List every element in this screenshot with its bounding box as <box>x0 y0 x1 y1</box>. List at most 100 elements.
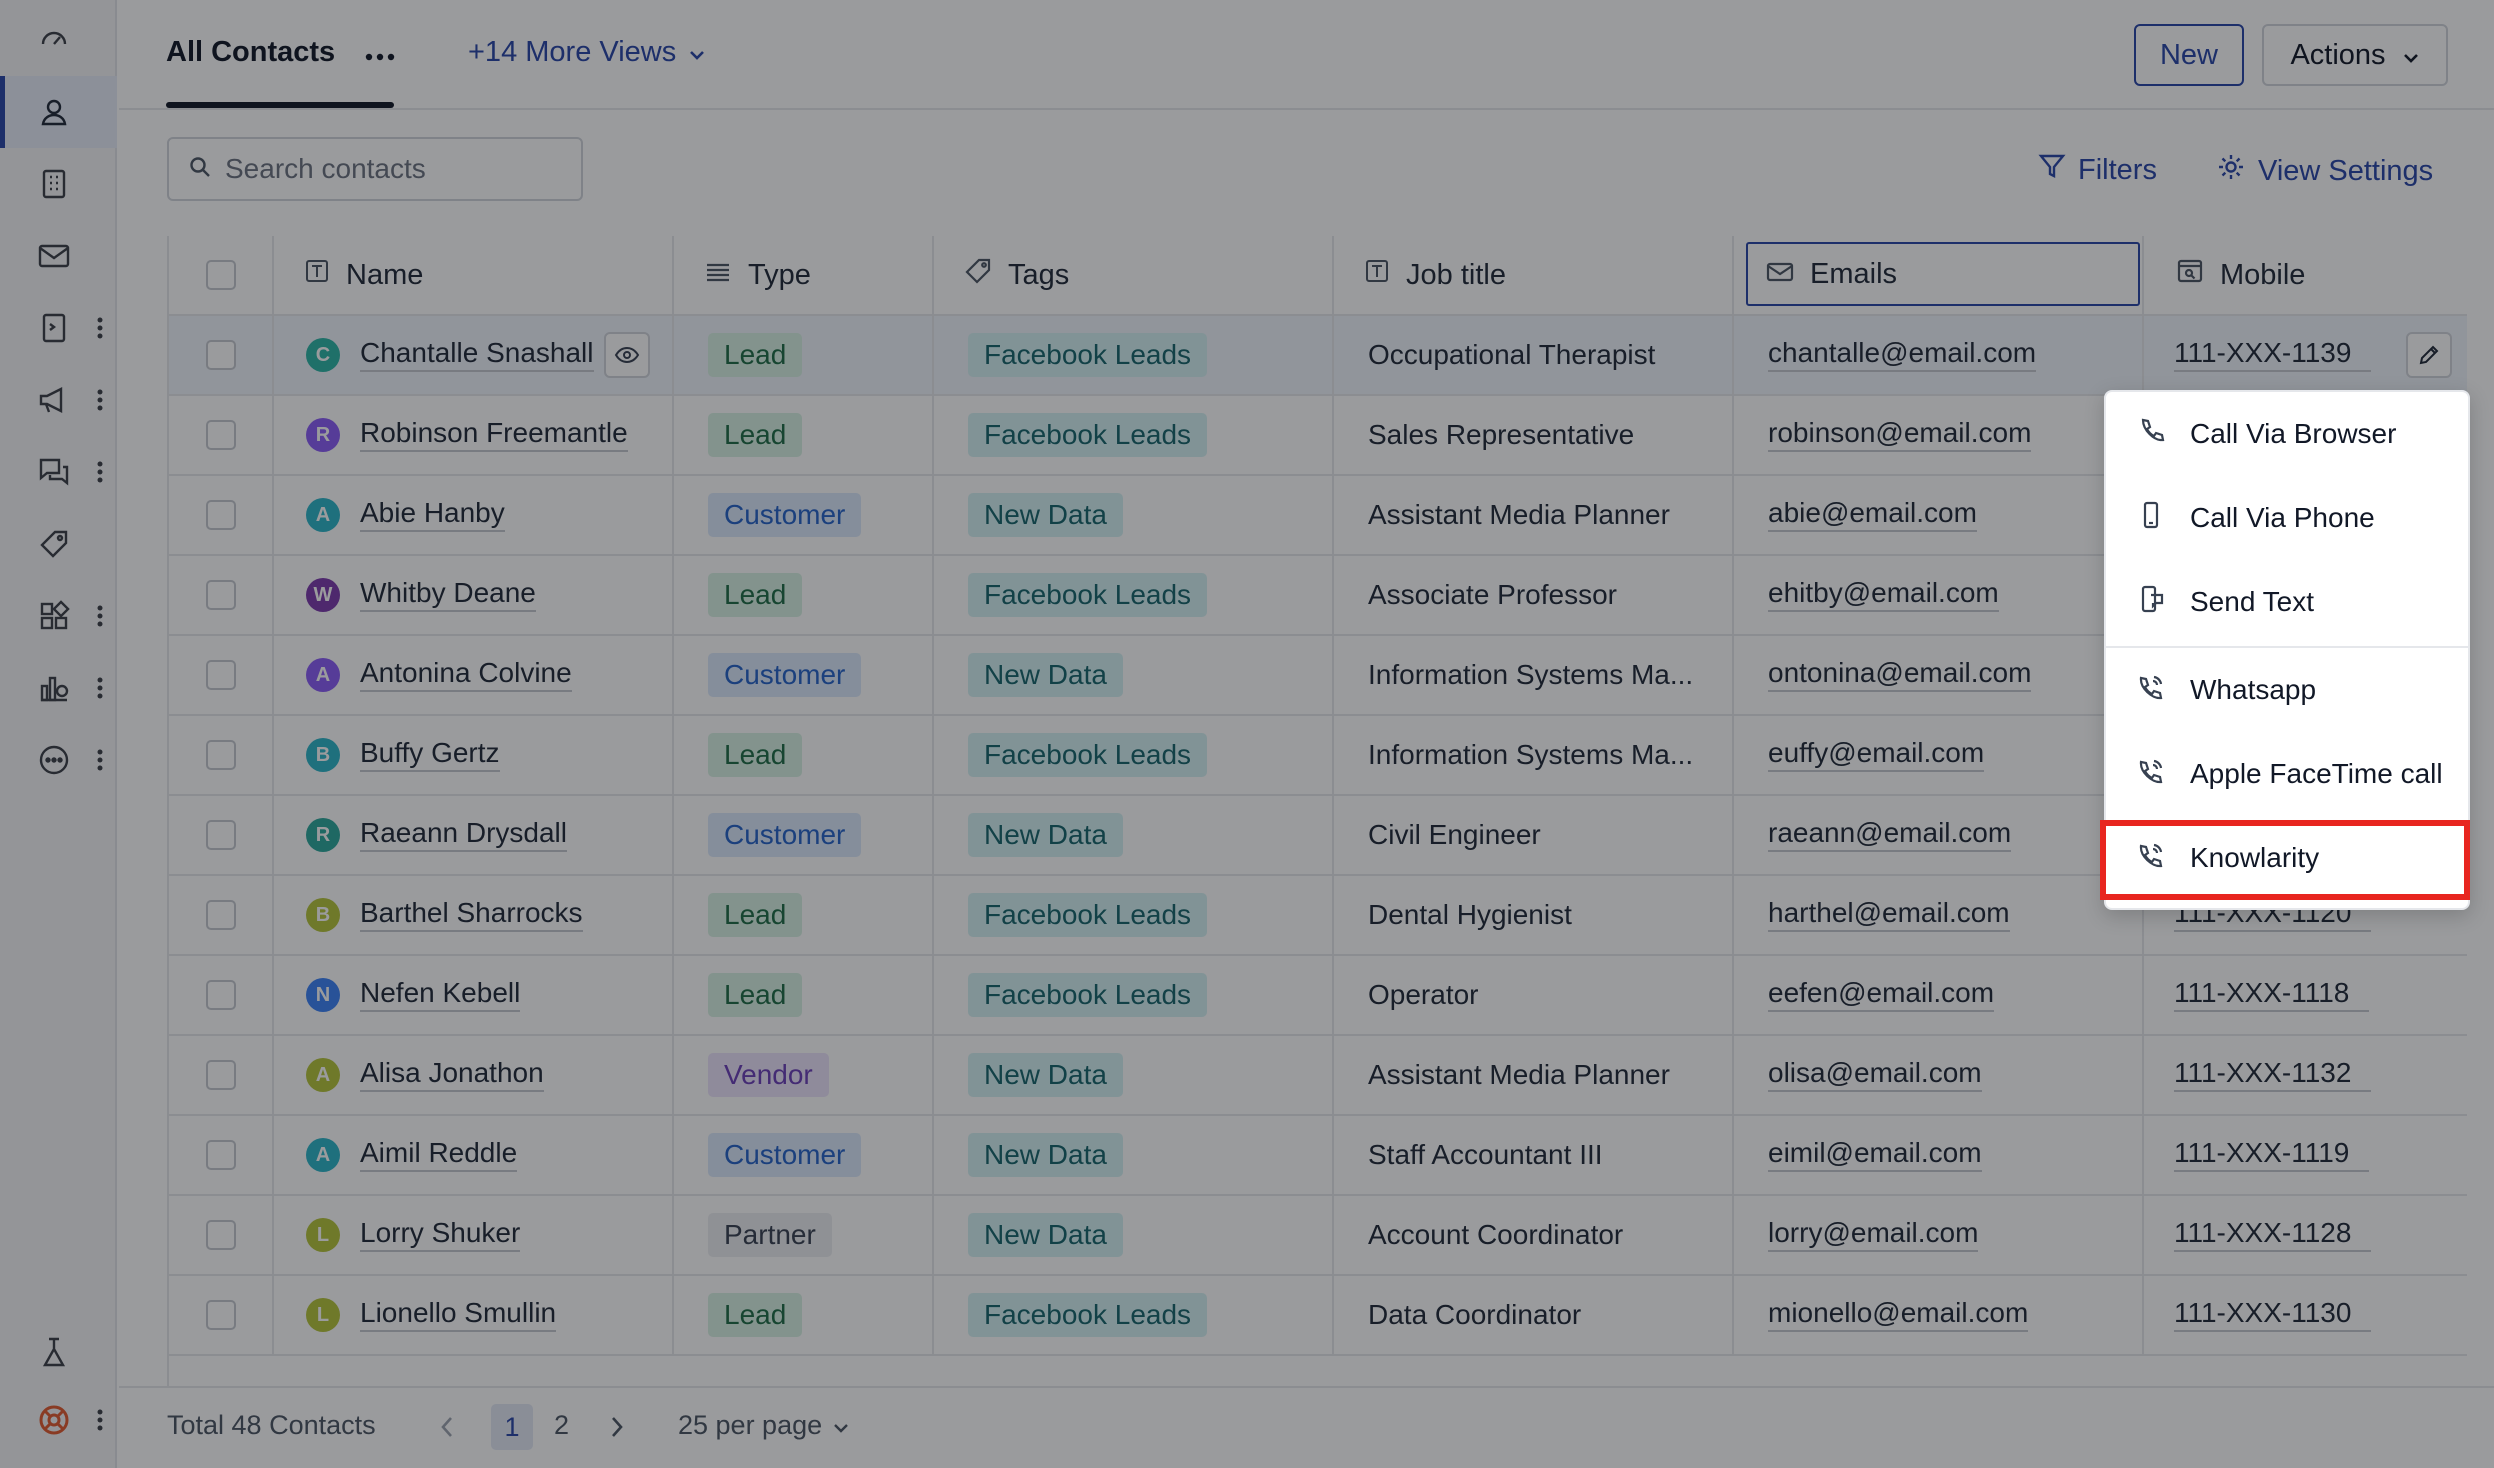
row-select-cell[interactable] <box>169 316 274 394</box>
sidebar-item-labs[interactable] <box>0 1316 117 1388</box>
type-cell[interactable]: Customer <box>674 796 934 874</box>
name-cell[interactable]: C Chantalle Snashall <box>274 316 674 394</box>
contact-name-link[interactable]: Barthel Sharrocks <box>360 897 583 933</box>
sidebar-item-email[interactable] <box>0 220 117 292</box>
search-box[interactable] <box>167 137 583 201</box>
type-cell[interactable]: Customer <box>674 1116 934 1194</box>
menu-item-call-via-phone[interactable]: Call Via Phone <box>2106 476 2468 560</box>
menu-item-apple-facetime[interactable]: Apple FaceTime call <box>2106 732 2468 816</box>
contact-name-link[interactable]: Whitby Deane <box>360 577 536 613</box>
job-title-cell[interactable]: Dental Hygienist <box>1334 876 1734 954</box>
email-cell[interactable]: chantalle@email.com <box>1734 316 2144 394</box>
row-checkbox[interactable] <box>205 820 236 850</box>
email-link[interactable]: chantalle@email.com <box>1768 337 2037 373</box>
email-cell[interactable]: eimil@email.com <box>1734 1116 2144 1194</box>
tags-cell[interactable]: Facebook Leads <box>934 876 1334 954</box>
row-checkbox[interactable] <box>205 660 236 690</box>
table-row[interactable]: A Aimil Reddle Customer New Data Staff Ac… <box>169 1116 2467 1196</box>
email-link[interactable]: olisa@email.com <box>1768 1057 1982 1093</box>
tags-cell[interactable]: New Data <box>934 1116 1334 1194</box>
contact-name-link[interactable]: Buffy Gertz <box>360 737 500 773</box>
mobile-link[interactable]: 111-XXX-1130 <box>2174 1297 2372 1333</box>
row-select-cell[interactable] <box>169 1196 274 1274</box>
job-title-cell[interactable]: Data Coordinator <box>1334 1276 1734 1354</box>
mobile-cell[interactable]: 111-XXX-1130 <box>2144 1276 2467 1354</box>
type-cell[interactable]: Customer <box>674 476 934 554</box>
mobile-link[interactable]: 111-XXX-1132 <box>2174 1057 2372 1093</box>
contact-name-link[interactable]: Nefen Kebell <box>360 977 521 1013</box>
sidebar-item-campaigns[interactable] <box>0 364 117 436</box>
column-header-name[interactable]: Name <box>274 236 674 314</box>
tags-cell[interactable]: New Data <box>934 796 1334 874</box>
job-title-cell[interactable]: Assistant Media Planner <box>1334 1036 1734 1114</box>
row-checkbox[interactable] <box>205 1140 236 1170</box>
emails-header-focus[interactable]: Emails <box>1746 242 2140 306</box>
row-checkbox[interactable] <box>205 340 236 370</box>
tags-cell[interactable]: Facebook Leads <box>934 556 1334 634</box>
table-row[interactable]: C Chantalle Snashall Lead Facebook Leads… <box>169 316 2467 396</box>
tags-cell[interactable]: New Data <box>934 1196 1334 1274</box>
contact-name-link[interactable]: Abie Hanby <box>360 497 505 533</box>
sidebar-item-apps[interactable] <box>0 580 117 652</box>
contact-name-link[interactable]: Lionello Smullin <box>360 1297 557 1333</box>
email-cell[interactable]: ehitby@email.com <box>1734 556 2144 634</box>
type-cell[interactable]: Lead <box>674 396 934 474</box>
sidebar-item-notes[interactable] <box>0 292 117 364</box>
type-cell[interactable]: Lead <box>674 1276 934 1354</box>
job-title-cell[interactable]: Account Coordinator <box>1334 1196 1734 1274</box>
contact-name-link[interactable]: Alisa Jonathon <box>360 1057 544 1093</box>
tags-cell[interactable]: Facebook Leads <box>934 396 1334 474</box>
more-vertical-icon[interactable] <box>92 308 108 348</box>
column-header-job-title[interactable]: Job title <box>1334 236 1734 314</box>
row-checkbox[interactable] <box>205 420 236 450</box>
row-select-cell[interactable] <box>169 476 274 554</box>
email-link[interactable]: harthel@email.com <box>1768 897 2010 933</box>
mobile-cell[interactable]: 111-XXX-1132 <box>2144 1036 2467 1114</box>
row-checkbox[interactable] <box>205 500 236 530</box>
view-tab-all-contacts[interactable]: All Contacts <box>166 36 395 69</box>
row-select-cell[interactable] <box>169 716 274 794</box>
sidebar-item-analytics[interactable] <box>0 652 117 724</box>
tags-cell[interactable]: New Data <box>934 636 1334 714</box>
per-page-select[interactable]: 25 per page <box>678 1410 850 1441</box>
sidebar-item-conversations[interactable] <box>0 436 117 508</box>
email-cell[interactable]: ontonina@email.com <box>1734 636 2144 714</box>
job-title-cell[interactable]: Information Systems Ma... <box>1334 716 1734 794</box>
type-cell[interactable]: Lead <box>674 956 934 1034</box>
email-cell[interactable]: abie@email.com <box>1734 476 2144 554</box>
type-cell[interactable]: Customer <box>674 636 934 714</box>
new-contact-button[interactable]: New <box>2134 24 2244 86</box>
name-cell[interactable]: W Whitby Deane <box>274 556 674 634</box>
table-row[interactable]: L Lionello Smullin Lead Facebook Leads Da… <box>169 1276 2467 1356</box>
menu-item-whatsapp[interactable]: Whatsapp <box>2106 648 2468 732</box>
actions-button[interactable]: Actions <box>2262 24 2448 86</box>
email-cell[interactable]: raeann@email.com <box>1734 796 2144 874</box>
name-cell[interactable]: B Buffy Gertz <box>274 716 674 794</box>
job-title-cell[interactable]: Civil Engineer <box>1334 796 1734 874</box>
job-title-cell[interactable]: Staff Accountant III <box>1334 1116 1734 1194</box>
name-cell[interactable]: A Abie Hanby <box>274 476 674 554</box>
row-select-cell[interactable] <box>169 636 274 714</box>
row-select-cell[interactable] <box>169 796 274 874</box>
chevron-left-icon[interactable] <box>439 1414 455 1447</box>
menu-item-knowlarity[interactable]: Knowlarity <box>2106 816 2468 900</box>
email-link[interactable]: lorry@email.com <box>1768 1217 1979 1253</box>
sidebar-item-dashboard[interactable] <box>0 2 117 74</box>
email-cell[interactable]: mionello@email.com <box>1734 1276 2144 1354</box>
type-cell[interactable]: Partner <box>674 1196 934 1274</box>
job-title-cell[interactable]: Operator <box>1334 956 1734 1034</box>
email-link[interactable]: mionello@email.com <box>1768 1297 2029 1333</box>
contact-name-link[interactable]: Raeann Drysdall <box>360 817 567 853</box>
tags-cell[interactable]: New Data <box>934 1036 1334 1114</box>
email-link[interactable]: raeann@email.com <box>1768 817 2012 853</box>
filters-button[interactable]: Filters <box>2038 152 2157 188</box>
search-input[interactable] <box>225 153 555 185</box>
row-select-cell[interactable] <box>169 396 274 474</box>
row-select-cell[interactable] <box>169 1276 274 1354</box>
email-link[interactable]: ehitby@email.com <box>1768 577 1999 613</box>
name-cell[interactable]: A Alisa Jonathon <box>274 1036 674 1114</box>
email-cell[interactable]: harthel@email.com <box>1734 876 2144 954</box>
email-cell[interactable]: euffy@email.com <box>1734 716 2144 794</box>
name-cell[interactable]: L Lorry Shuker <box>274 1196 674 1274</box>
more-vertical-icon[interactable] <box>92 1400 108 1440</box>
